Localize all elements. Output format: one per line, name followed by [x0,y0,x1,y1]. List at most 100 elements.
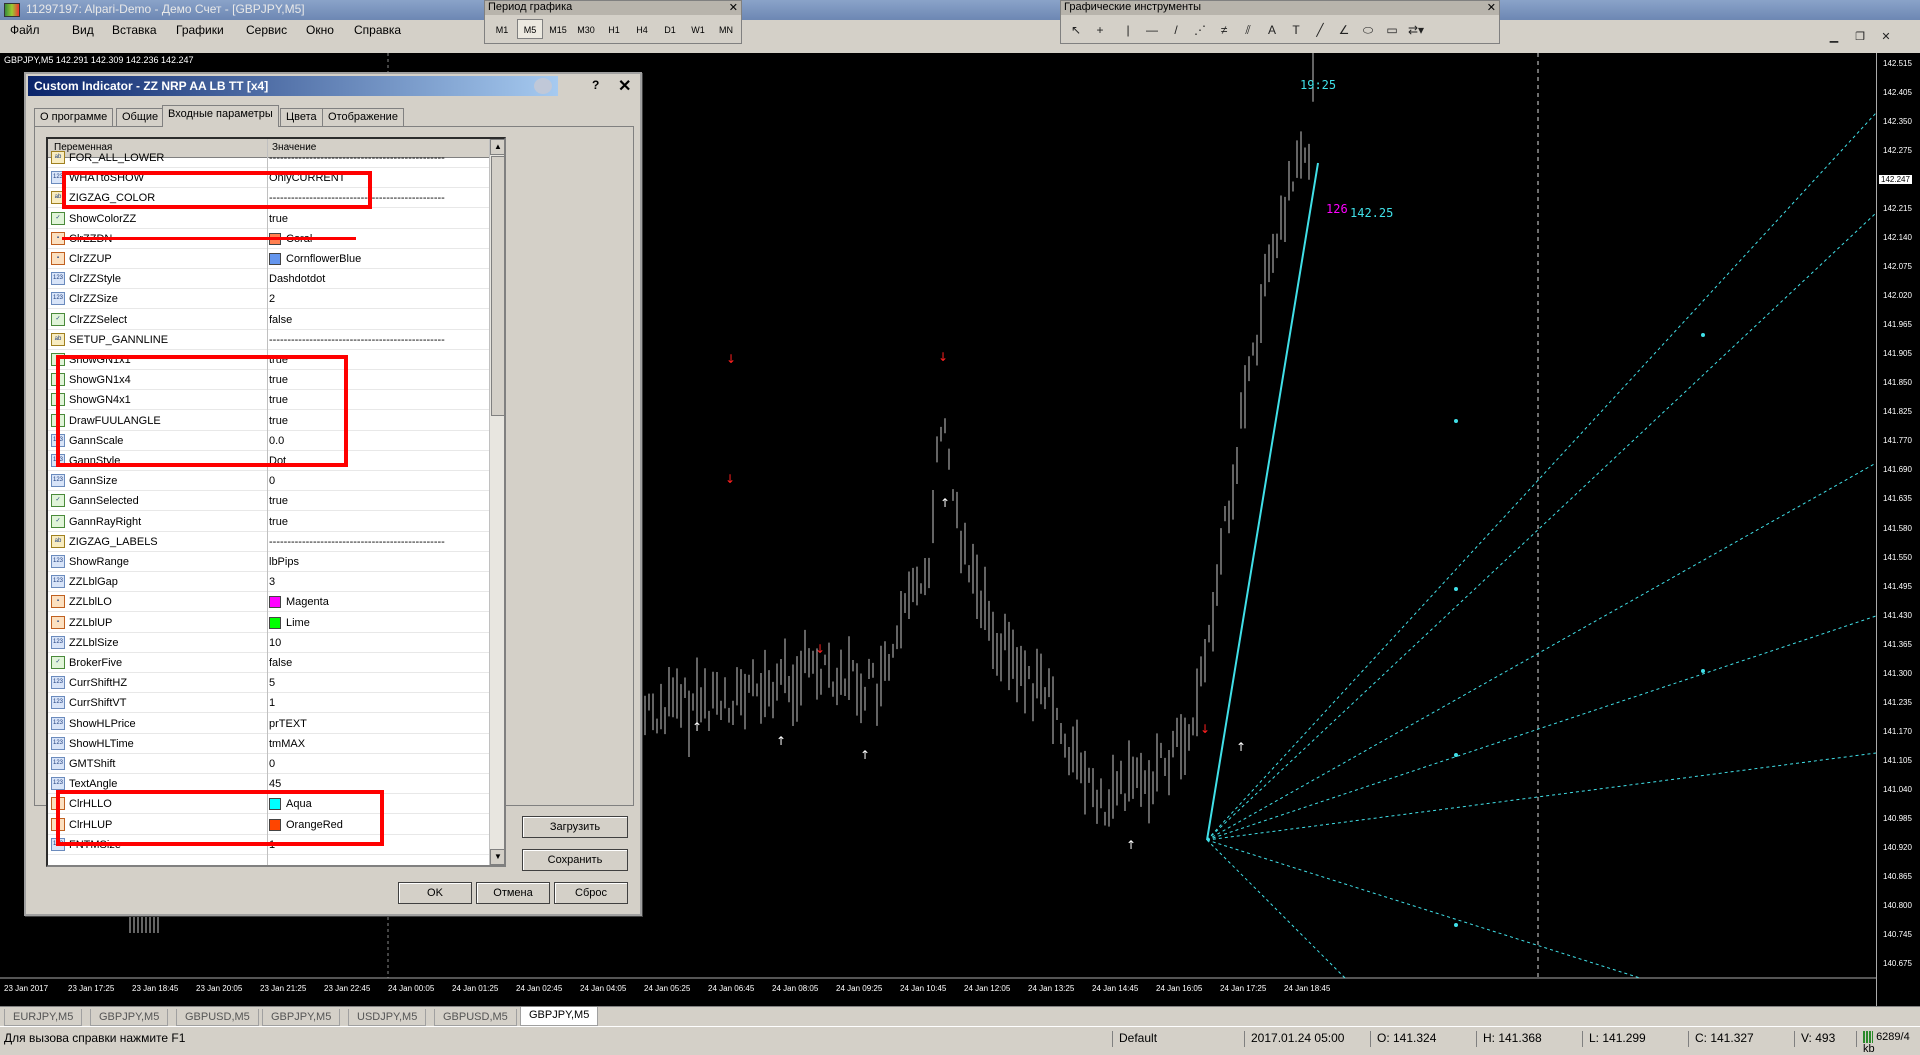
close-icon[interactable]: ✕ [1487,1,1496,14]
param-value[interactable]: false [269,657,292,669]
period-button-w1[interactable]: W1 [685,19,711,39]
param-value[interactable]: ----------------------------------------… [269,536,445,548]
param-row-gannsize[interactable]: 123 GannSize 0 [48,471,489,492]
inputs-grid[interactable]: Переменная Значение ab FOR_ALL_LOWER -----… [46,137,506,867]
close-icon[interactable]: ✕ [618,76,631,96]
column-separator[interactable] [267,139,268,865]
param-row-setup_gannline[interactable]: ab SETUP_GANNLINE ------------------------… [48,330,489,350]
chart-tab[interactable]: GBPJPY,M5 [520,1007,599,1026]
menu-help[interactable]: Справка [354,23,401,37]
param-row-zzlblgap[interactable]: 123 ZZLblGap 3 [48,572,489,593]
period-button-m1[interactable]: M1 [489,19,515,39]
param-value[interactable]: prTEXT [269,718,307,730]
chart-tab[interactable]: GBPJPY,M5 [262,1009,341,1026]
chart-tab[interactable]: USDJPY,M5 [348,1009,427,1026]
param-value[interactable]: 5 [269,677,275,689]
param-value[interactable]: Lime [286,617,310,629]
param-row-zzlblup[interactable]: ▪ ZZLblUP Lime [48,613,489,633]
dialog-tab[interactable]: Входные параметры [162,105,279,127]
scroll-up-icon[interactable]: ▲ [490,139,504,155]
dialog-tab[interactable]: Общие [116,108,165,126]
text-icon[interactable]: A [1261,21,1283,39]
menu-charts[interactable]: Графики [176,23,224,37]
save-button[interactable]: Сохранить [522,849,628,871]
param-value[interactable]: true [269,516,288,528]
param-value[interactable]: 1 [269,697,275,709]
param-row-for_all_lower[interactable]: ab FOR_ALL_LOWER -------------------------… [48,148,489,168]
param-value[interactable]: tmMAX [269,738,305,750]
param-row-gannselected[interactable]: ✓ GannSelected true [48,491,489,512]
text-label-icon[interactable]: T [1285,21,1307,39]
param-row-clrzzstyle[interactable]: 123 ClrZZStyle Dashdotdot [48,269,489,290]
param-row-currshifthz[interactable]: 123 CurrShiftHZ 5 [48,673,489,694]
dialog-tab[interactable]: О программе [34,108,114,126]
param-row-currshiftvt[interactable]: 123 CurrShiftVT 1 [48,693,489,714]
param-row-clrzzup[interactable]: ▪ ClrZZUP CornflowerBlue [48,249,489,269]
param-row-zigzag_labels[interactable]: ab ZIGZAG_LABELS -------------------------… [48,532,489,552]
param-row-gannrayright[interactable]: ✓ GannRayRight true [48,512,489,532]
fibo-retracement-icon[interactable]: ⫽ [1237,21,1259,39]
close-icon[interactable]: ✕ [1878,30,1894,44]
param-row-showhlprice[interactable]: 123 ShowHLPrice prTEXT [48,714,489,734]
period-button-m30[interactable]: M30 [573,19,599,39]
period-button-m5[interactable]: M5 [517,19,543,39]
scroll-down-icon[interactable]: ▼ [490,849,504,865]
param-value[interactable]: true [269,213,288,225]
period-button-mn[interactable]: MN [713,19,739,39]
param-row-brokerfive[interactable]: ✓ BrokerFive false [48,653,489,673]
chart-tab[interactable]: GBPUSD,M5 [434,1009,517,1026]
trendline-icon[interactable]: / [1165,21,1187,39]
minimize-icon[interactable]: ▁ [1826,30,1842,44]
param-row-showhltime[interactable]: 123 ShowHLTime tmMAX [48,734,489,754]
menu-file[interactable]: Файл [10,23,40,37]
param-value[interactable]: 2 [269,293,275,305]
param-row-zzlblsize[interactable]: 123 ZZLblSize 10 [48,633,489,653]
restore-icon[interactable]: ❐ [1852,30,1868,44]
cancel-button[interactable]: Отмена [476,882,550,904]
chart-tab[interactable]: GBPUSD,M5 [176,1009,259,1026]
angle-icon[interactable]: ∠ [1333,21,1355,39]
crosshair-icon[interactable]: + [1089,21,1111,39]
period-button-h1[interactable]: H1 [601,19,627,39]
cursor-icon[interactable]: ↖ [1065,21,1087,39]
param-row-clrzzselect[interactable]: ✓ ClrZZSelect false [48,310,489,330]
param-row-gmtshift[interactable]: 123 GMTShift 0 [48,754,489,774]
period-button-d1[interactable]: D1 [657,19,683,39]
param-value[interactable]: lbPips [269,556,299,568]
param-value[interactable]: Magenta [286,596,329,608]
menu-window[interactable]: Окно [306,23,334,37]
horizontal-line-icon[interactable]: — [1141,21,1163,39]
ellipse-icon[interactable]: ⬭ [1357,21,1379,39]
param-value[interactable]: ----------------------------------------… [269,334,445,346]
param-value[interactable]: 0 [269,475,275,487]
scroll-thumb[interactable] [491,156,504,416]
channel-icon[interactable]: ╱ [1309,21,1331,39]
rectangle-icon[interactable]: ▭ [1381,21,1403,39]
menu-insert[interactable]: Вставка [112,23,157,37]
help-icon[interactable]: ? [592,78,599,92]
param-row-showrange[interactable]: 123 ShowRange lbPips [48,552,489,572]
param-value[interactable]: ----------------------------------------… [269,152,445,164]
load-button[interactable]: Загрузить [522,816,628,838]
param-row-clrzzsize[interactable]: 123 ClrZZSize 2 [48,289,489,310]
chart-tab[interactable]: GBPJPY,M5 [90,1009,169,1026]
param-value[interactable]: CornflowerBlue [286,253,361,265]
arrows-icon[interactable]: ⇄▾ [1405,21,1427,39]
param-row-zzlbllo[interactable]: ▪ ZZLblLO Magenta [48,592,489,613]
param-value[interactable]: 3 [269,576,275,588]
vertical-line-icon[interactable]: | [1117,21,1139,39]
chart-tab[interactable]: EURJPY,M5 [4,1009,83,1026]
reset-button[interactable]: Сброс [554,882,628,904]
param-value[interactable]: Dashdotdot [269,273,325,285]
param-value[interactable]: 45 [269,778,281,790]
param-row-showcolorzz[interactable]: ✓ ShowColorZZ true [48,209,489,229]
grid-scrollbar[interactable]: ▲ ▼ [489,139,504,865]
param-value[interactable]: 0 [269,758,275,770]
dialog-tab[interactable]: Цвета [280,108,323,126]
fibo-fan-icon[interactable]: ⋰ [1189,21,1211,39]
param-value[interactable]: 10 [269,637,281,649]
menu-tools[interactable]: Сервис [246,23,287,37]
gann-line-icon[interactable]: ≠ [1213,21,1235,39]
param-value[interactable]: true [269,495,288,507]
menu-view[interactable]: Вид [72,23,94,37]
